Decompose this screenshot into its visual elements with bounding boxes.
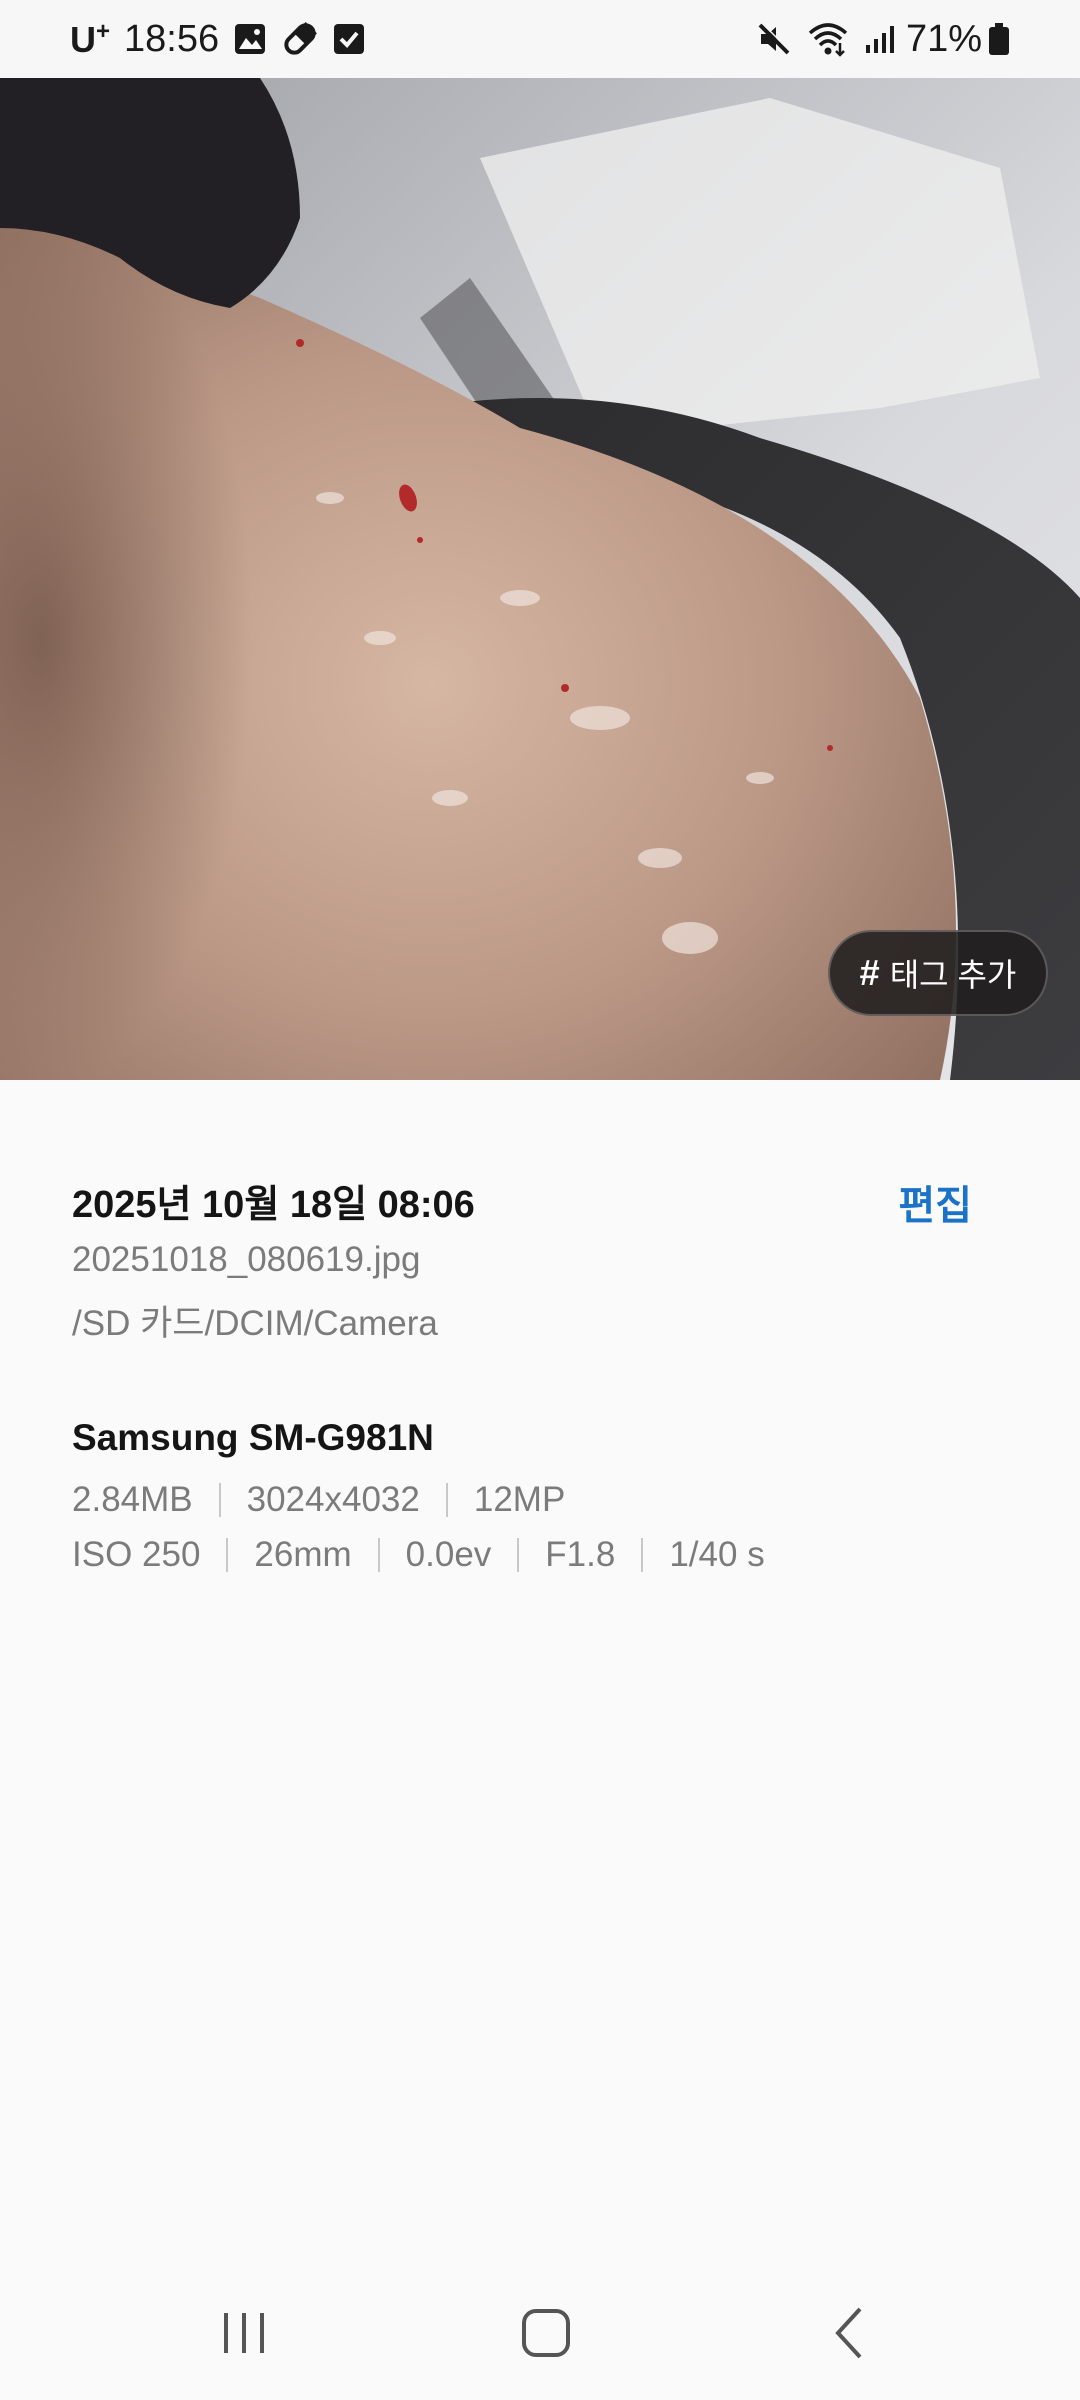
signal-icon [864,23,896,55]
hashtag-icon: # [859,952,880,993]
file-info-row: 2.84MB 3024x4032 12MP [72,1480,565,1520]
device-model: Samsung SM-G981N [72,1417,434,1458]
checkbox-notification-icon [333,23,365,55]
file-path: /SD 카드/DCIM/Camera [72,1304,438,1343]
navigation-bar [0,2262,1080,2400]
recents-button[interactable] [184,2298,304,2368]
recents-icon [224,2313,264,2353]
aperture: F1.8 [545,1535,616,1574]
separator [517,1538,520,1572]
megapixels: 12MP [473,1480,566,1519]
gallery-notification-icon [233,22,267,56]
clock: 18:56 [124,17,220,60]
file-size: 2.84MB [72,1480,193,1519]
status-bar: U+ 18:56 71% [0,0,1080,78]
add-tag-button[interactable]: # 태그 추가 [828,930,1048,1016]
mute-icon [756,21,792,57]
status-bar-right: 71% [742,18,1010,61]
edit-button[interactable]: 편집 [898,1173,972,1231]
iso-value: ISO 250 [72,1535,201,1574]
file-name: 20251018_080619.jpg [72,1240,421,1279]
battery-percent: 71% [905,17,982,60]
separator [218,1483,221,1517]
shutter-speed: 1/40 s [669,1535,765,1574]
home-icon [522,2309,570,2357]
home-button[interactable] [486,2298,606,2368]
separator [226,1538,229,1572]
add-tag-label: 태그 추가 [889,957,1017,993]
separator [377,1538,380,1572]
date-row: 2025년 10월 18일 08:06 편집 [72,1173,1008,1233]
resolution: 3024x4032 [246,1480,420,1519]
carrier-label: U+ [70,17,111,60]
battery-icon [988,22,1010,56]
back-button[interactable] [790,2298,910,2368]
status-bar-left: U+ 18:56 [70,18,365,61]
exposure-value: 0.0ev [405,1535,492,1574]
back-icon [835,2307,862,2359]
wifi-icon [806,21,850,57]
photo-date: 2025년 10월 18일 08:06 [72,1184,475,1226]
camera-info-row: ISO 250 26mm 0.0ev F1.8 1/40 s [72,1535,765,1575]
pill-notification-icon [281,20,319,58]
separator [641,1538,644,1572]
separator [445,1483,448,1517]
focal-length: 26mm [254,1535,352,1574]
photo-viewer[interactable]: # 태그 추가 [0,78,1080,1080]
